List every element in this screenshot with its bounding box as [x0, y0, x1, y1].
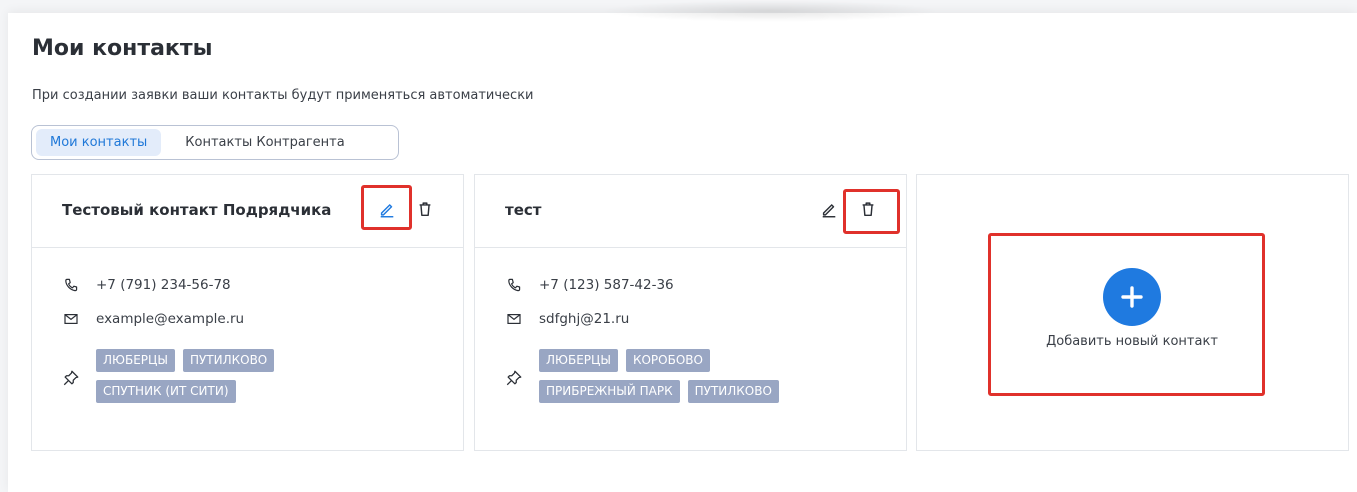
highlight-box	[361, 185, 412, 230]
location-tag: ЛЮБЕРЦЫ	[96, 349, 175, 372]
delete-contact-button[interactable]	[409, 193, 441, 225]
contact-phone: +7 (123) 587-42-36	[539, 277, 674, 293]
tab-counterparty-contacts[interactable]: Контакты Контрагента	[171, 129, 358, 156]
pin-icon	[63, 370, 79, 386]
contacts-tabs: Мои контакты Контакты Контрагента	[31, 125, 399, 160]
contact-email: sdfghj@21.ru	[539, 311, 630, 327]
tab-my-contacts[interactable]: Мои контакты	[36, 129, 162, 156]
envelope-icon	[505, 310, 523, 328]
location-tag: ПУТИЛКОВО	[687, 380, 779, 403]
contact-tags: ЛЮБЕРЦЫ ПУТИЛКОВО СПУТНИК (ИТ СИТИ)	[96, 349, 346, 403]
phone-icon	[62, 276, 80, 294]
contact-phone-row: +7 (123) 587-42-36	[505, 276, 674, 294]
contact-phone-row: +7 (791) 234-56-78	[62, 276, 231, 294]
pin-icon	[506, 370, 522, 386]
page-subtitle: При создании заявки ваши контакты будут …	[32, 88, 534, 103]
location-tag: ПРИБРЕЖНЫЙ ПАРК	[539, 380, 680, 403]
contact-name: тест	[505, 201, 542, 219]
highlight-box	[988, 233, 1265, 396]
edit-contact-button[interactable]	[813, 193, 845, 225]
location-tag: СПУТНИК (ИТ СИТИ)	[96, 380, 236, 403]
contact-card-header: тест	[475, 175, 906, 248]
trash-icon	[419, 202, 431, 217]
contact-name: Тестовый контакт Подрядчика	[62, 201, 332, 219]
page-title: Мои контакты	[32, 36, 213, 61]
location-tag: КОРОБОВО	[625, 349, 710, 372]
contact-email: example@example.ru	[96, 311, 245, 327]
contact-phone: +7 (791) 234-56-78	[96, 277, 231, 293]
contact-tags: ЛЮБЕРЦЫ КОРОБОВО ПРИБРЕЖНЫЙ ПАРК ПУТИЛКО…	[539, 349, 839, 403]
contact-email-row: example@example.ru	[62, 310, 244, 328]
location-tag: ЛЮБЕРЦЫ	[539, 349, 618, 372]
phone-icon	[505, 276, 523, 294]
envelope-icon	[62, 310, 80, 328]
location-tag: ПУТИЛКОВО	[182, 349, 275, 372]
contact-email-row: sdfghj@21.ru	[505, 310, 629, 328]
pencil-icon	[822, 204, 836, 218]
highlight-box	[843, 189, 900, 234]
panel-shadow	[600, 0, 940, 22]
